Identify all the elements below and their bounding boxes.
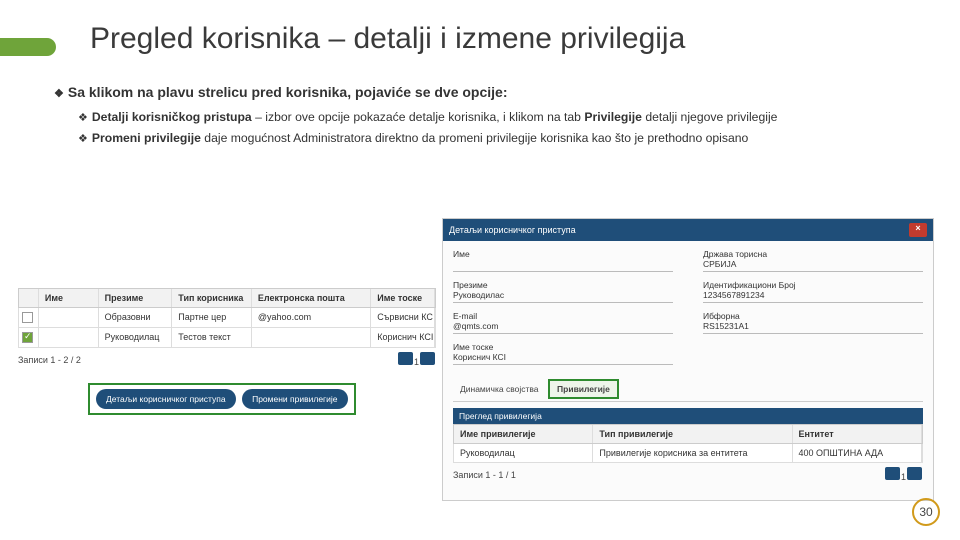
th-surname: Презиме [99, 289, 173, 307]
th-privname: Име привилегије [454, 425, 593, 443]
page-prev-icon[interactable] [885, 467, 900, 480]
b2-text: daje mogućnost Administratora direktno d… [201, 131, 748, 145]
page-title: Pregled korisnika – detalji i izmene pri… [90, 22, 685, 56]
page-num: 1 [901, 472, 906, 482]
content: ❖ Sa klikom na plavu strelicu pred korisn… [54, 84, 930, 149]
left-screenshot: Име Презиме Тип корисника Електронска по… [18, 288, 436, 415]
cell: Партне цер [172, 308, 252, 327]
diamond-icon: ❖ [54, 87, 64, 100]
dialog-title: Детаљи корисничког приступа [449, 225, 576, 235]
cell: Руководилац [454, 444, 593, 462]
cell: Кориснич КСI [371, 328, 435, 347]
page-number: 30 [912, 498, 940, 526]
b1-bold: Detalji korisničkog pristupa [92, 110, 252, 124]
bullet-2: ❖ Promeni privilegije daje mogućnost Admi… [78, 129, 930, 148]
field-name [453, 259, 673, 272]
field-surname: Руководилас [453, 290, 673, 303]
label-toske: Име тоске [453, 342, 673, 352]
page-next-icon[interactable] [907, 467, 922, 480]
label-id: Идентификациони Број [703, 280, 923, 290]
page-num: 1 [414, 357, 419, 367]
field-id: 1234567891234 [703, 290, 923, 303]
th-entity: Ентитет [793, 425, 922, 443]
th-toske: Име тоске [371, 289, 435, 307]
field-email: @qmts.com [453, 321, 673, 334]
dialog-titlebar: Детаљи корисничког приступа × [443, 219, 933, 241]
right-screenshot: Детаљи корисничког приступа × Име Презим… [442, 218, 934, 501]
th-check [19, 289, 39, 307]
checkbox-icon[interactable] [22, 312, 33, 323]
cell: Руководилац [99, 328, 173, 347]
priv-pager: Записи 1 - 1 / 1 1 [453, 467, 923, 482]
label-ib: Ибфорна [703, 311, 923, 321]
bullet-1: ❖ Detalji korisničkog pristupa – izbor ov… [78, 108, 930, 127]
b1-text: – izbor ove opcije pokazaće detalje kori… [252, 110, 585, 124]
change-priv-button[interactable]: Промени привилегије [242, 389, 347, 409]
checkbox-checked-icon[interactable] [22, 332, 33, 343]
th-privtype: Тип привилегије [593, 425, 792, 443]
th-email: Електронска пошта [252, 289, 371, 307]
lead-text: Sa klikom na plavu strelicu pred korisni… [68, 84, 508, 100]
table-row[interactable]: Руководилац Тестов текст Кориснич КСI [18, 328, 436, 348]
cell: @yahoo.com [252, 308, 371, 327]
page-prev-icon[interactable] [398, 352, 413, 365]
th-name: Име [39, 289, 99, 307]
field-country: СРБИЈА [703, 259, 923, 272]
tabs: Динамичка својства Привилегије [453, 379, 923, 402]
b1-text2: detalji njegove privilegije [642, 110, 778, 124]
diamond-icon: ❖ [78, 131, 88, 148]
cell: Привилегије корисника за ентитета [593, 444, 792, 462]
tab-dynamic[interactable]: Динамичка својства [453, 381, 546, 397]
page-next-icon[interactable] [420, 352, 435, 365]
accent-bar [0, 38, 56, 56]
button-row-highlight: Детаљи корисничког приступа Промени прив… [88, 383, 356, 415]
cell: Образовни [99, 308, 173, 327]
table-row[interactable]: Образовни Партне цер @yahoo.com Сървисни… [18, 308, 436, 328]
close-icon[interactable]: × [909, 223, 927, 237]
cell: Тестов текст [172, 328, 252, 347]
label-surname: Презиме [453, 280, 673, 290]
pager-text: Записи 1 - 1 / 1 [453, 470, 516, 480]
table-header: Име Презиме Тип корисника Електронска по… [18, 288, 436, 308]
label-name: Име [453, 249, 673, 259]
priv-row[interactable]: Руководилац Привилегије корисника за ент… [453, 444, 923, 463]
field-ib: RS15231A1 [703, 321, 923, 334]
pager-text: Записи 1 - 2 / 2 [18, 355, 81, 365]
cell: Сървисни КС [371, 308, 435, 327]
priv-thead: Име привилегије Тип привилегије Ентитет [453, 424, 923, 444]
details-button[interactable]: Детаљи корисничког приступа [96, 389, 236, 409]
lead-line: ❖ Sa klikom na plavu strelicu pred korisn… [54, 84, 930, 100]
b2-bold: Promeni privilegije [92, 131, 201, 145]
cell [252, 328, 371, 347]
label-country: Држава торисна [703, 249, 923, 259]
pager: Записи 1 - 2 / 2 1 [18, 352, 436, 367]
field-toske: Кориснич КСI [453, 352, 673, 365]
label-email: Е-mail [453, 311, 673, 321]
th-type: Тип корисника [172, 289, 252, 307]
tab-privileges[interactable]: Привилегије [548, 379, 619, 399]
bullet-list: ❖ Detalji korisničkog pristupa – izbor ov… [54, 108, 930, 147]
b1-bold2: Privilegije [584, 110, 642, 124]
diamond-icon: ❖ [78, 110, 88, 127]
cell: 400 ОПШТИНА АДА [793, 444, 922, 462]
priv-subheader: Преглед привилегија [453, 408, 923, 424]
